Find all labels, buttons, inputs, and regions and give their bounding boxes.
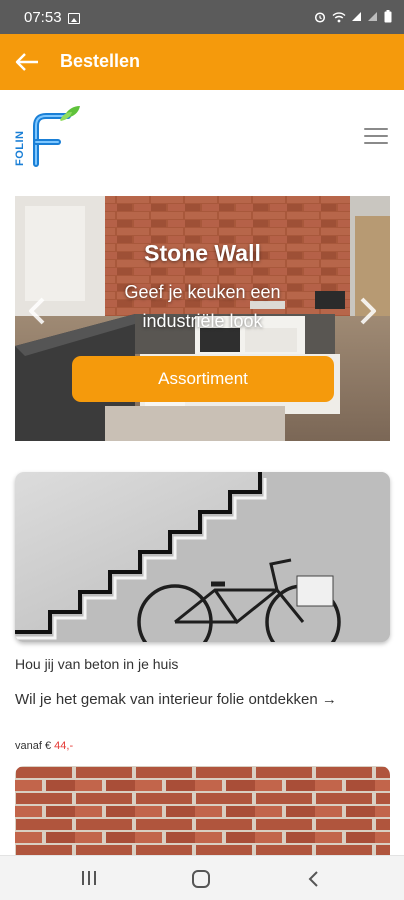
card-price: vanaf € 44,-	[15, 740, 73, 752]
hamburger-icon[interactable]	[364, 128, 388, 144]
recent-apps-icon[interactable]	[80, 869, 98, 887]
price-prefix: vanaf €	[15, 740, 52, 752]
logo-text: FOLIN	[14, 131, 26, 167]
alarm-icon	[314, 11, 326, 23]
price-amount: 44,-	[54, 740, 74, 752]
signal-icon-2	[368, 12, 377, 21]
signal-icon	[352, 12, 361, 21]
card-image-brick[interactable]	[15, 766, 390, 861]
chevron-left-icon[interactable]	[27, 296, 47, 326]
hero-slider: Stone Wall Geef je keuken een industriël…	[15, 196, 390, 441]
system-navigation-bar	[0, 855, 404, 900]
hero-subtitle: Geef je keuken een industriële look	[124, 282, 281, 331]
page-title: Bestellen	[60, 51, 141, 71]
home-icon[interactable]	[191, 869, 211, 889]
assortiment-button[interactable]: Assortiment	[72, 356, 334, 402]
folin-logo[interactable]: FOLIN	[14, 104, 82, 168]
card-image[interactable]	[15, 472, 390, 642]
status-time: 07:53	[24, 9, 62, 26]
hero-title: Stone Wall	[144, 240, 261, 266]
card-caption: Hou jij van beton in je huis	[15, 656, 179, 672]
back-arrow-icon[interactable]	[14, 50, 40, 74]
status-bar: 07:53	[0, 0, 404, 34]
chevron-right-icon[interactable]	[358, 296, 378, 326]
back-icon[interactable]	[307, 869, 321, 889]
battery-icon	[384, 10, 392, 23]
concrete-stairs-bicycle-image	[15, 472, 390, 642]
status-icons	[314, 10, 392, 23]
gallery-icon	[68, 13, 80, 24]
app-bar: Bestellen	[0, 34, 404, 90]
brick-wall-image	[15, 766, 390, 861]
card-headline[interactable]: Wil je het gemak van interieur folie ont…	[15, 687, 390, 713]
wifi-icon	[332, 11, 346, 22]
